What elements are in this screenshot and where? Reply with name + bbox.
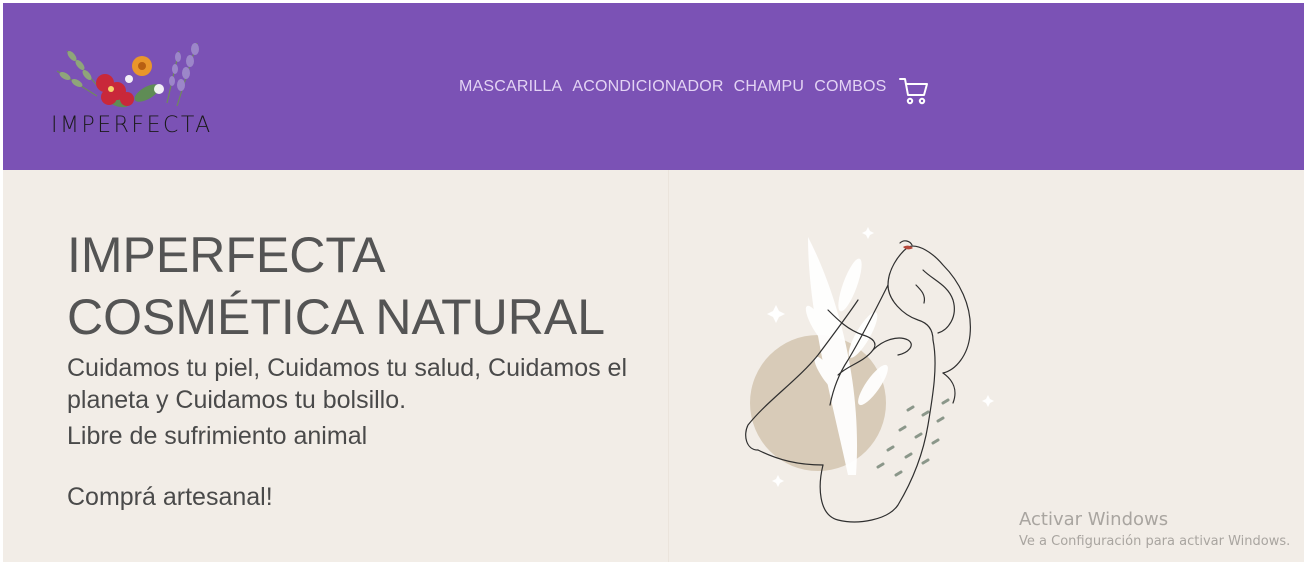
hero-title-line2: COSMÉTICA NATURAL bbox=[67, 289, 606, 345]
hero-divider bbox=[668, 170, 669, 562]
nav-item-champu[interactable]: CHAMPU bbox=[734, 78, 805, 96]
hero-section: IMPERFECTA COSMÉTICA NATURAL Cuidamos tu… bbox=[3, 170, 1304, 562]
cruelty-free-text: Libre de sufrimiento animal bbox=[67, 422, 368, 450]
buy-artisanal-text: Comprá artesanal! bbox=[67, 483, 273, 511]
main-nav: MASCARILLA ACONDICIONADOR CHAMPU COMBOS bbox=[459, 78, 887, 96]
nav-item-mascarilla[interactable]: MASCARILLA bbox=[459, 78, 562, 96]
windows-activation-subtitle: Ve a Configuración para activar Windows. bbox=[1019, 534, 1291, 549]
windows-activation-title: Activar Windows bbox=[1019, 509, 1169, 530]
hero-tagline: Cuidamos tu piel, Cuidamos tu salud, Cui… bbox=[67, 354, 627, 414]
nav-item-acondicionador[interactable]: ACONDICIONADOR bbox=[572, 78, 723, 96]
hero-title: IMPERFECTA COSMÉTICA NATURAL bbox=[67, 224, 687, 348]
nav-item-combos[interactable]: COMBOS bbox=[814, 78, 886, 96]
hero-title-line1: IMPERFECTA bbox=[67, 227, 386, 283]
site-header: IMPERFECTA MASCARILLA ACONDICIONADOR CHA… bbox=[3, 3, 1304, 170]
shopping-cart-icon[interactable] bbox=[898, 75, 930, 107]
woman-line-art-illustration bbox=[745, 227, 994, 523]
brand-wordmark: IMPERFECTA bbox=[51, 113, 213, 138]
